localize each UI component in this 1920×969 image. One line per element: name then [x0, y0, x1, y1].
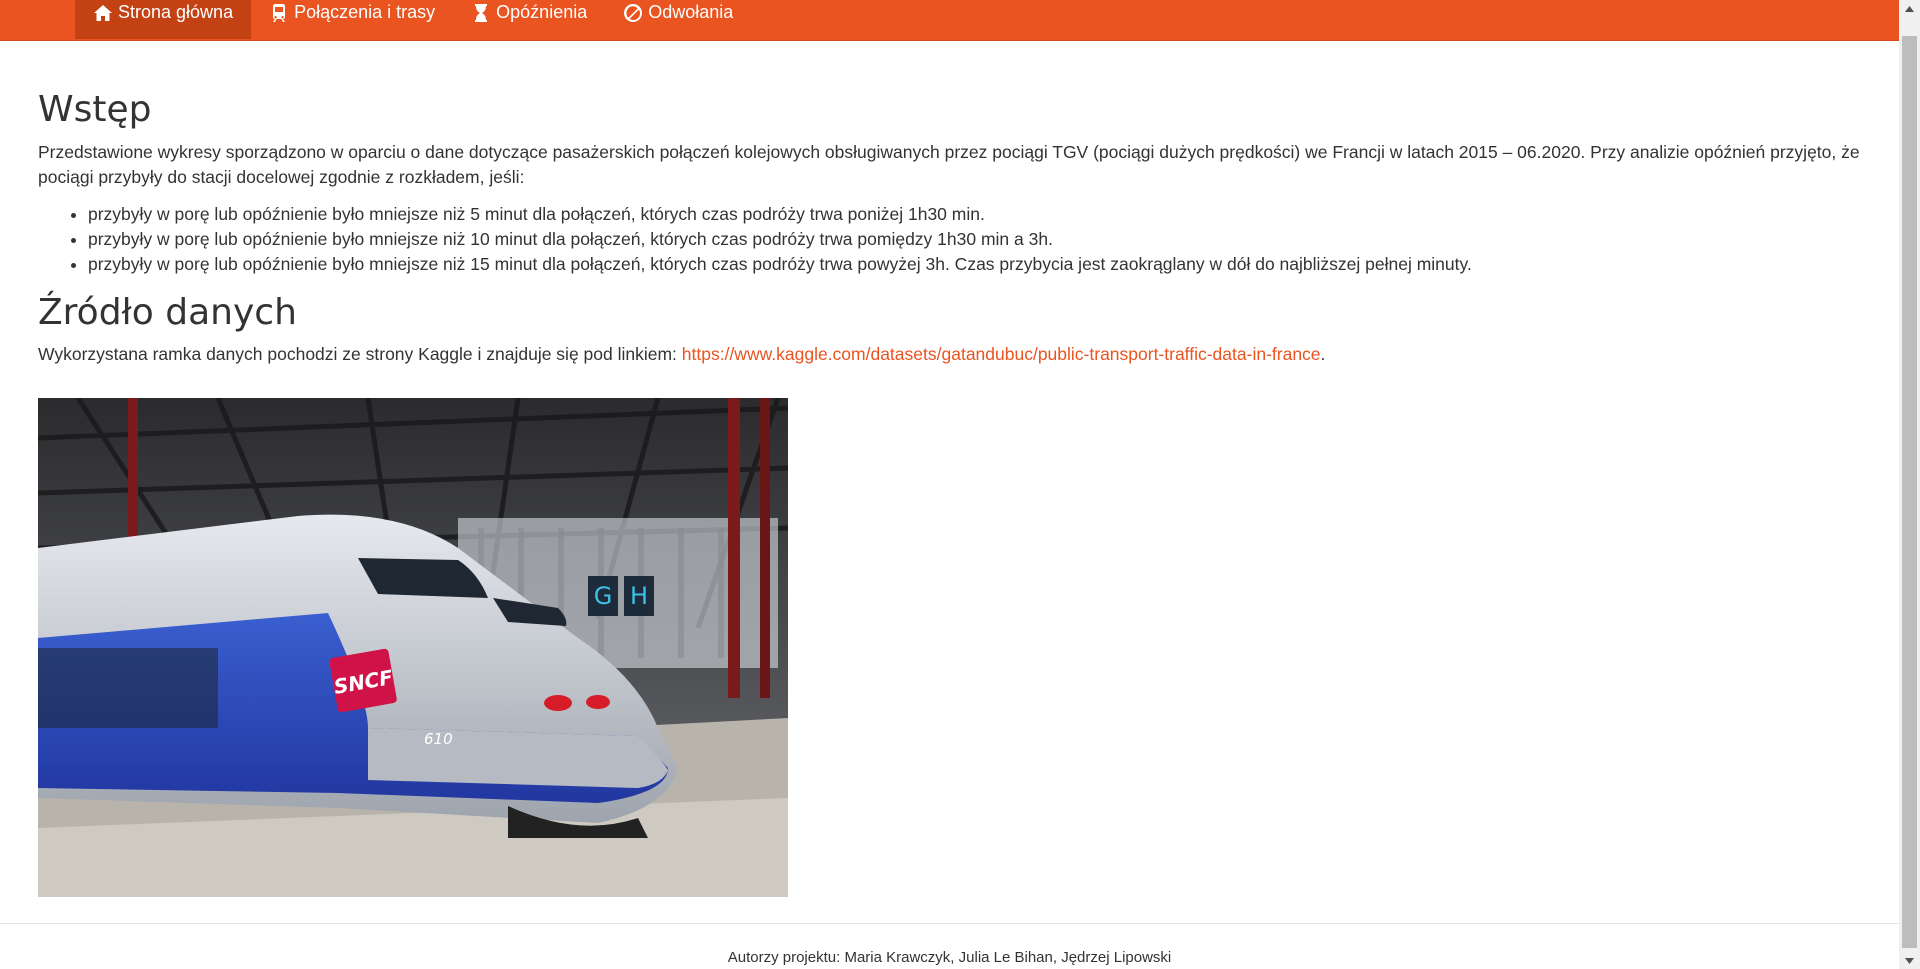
source-heading: Źródło danych [38, 291, 297, 333]
top-navbar: Strona główna Połączenia i trasy Opóźnie… [0, 0, 1899, 41]
nav-item-connections-label: Połączenia i trasy [294, 2, 436, 22]
nav-item-cancellations-label: Odwołania [648, 2, 734, 22]
scroll-up-arrow-icon[interactable] [1899, 0, 1920, 17]
scrollbar-thumb[interactable] [1902, 36, 1917, 948]
scroll-down-arrow-icon[interactable] [1899, 952, 1920, 969]
footer-divider [0, 923, 1899, 924]
source-suffix: . [1320, 344, 1326, 365]
svg-text:H: H [630, 582, 648, 610]
list-item: przybyły w porę lub opóźnienie było mnie… [88, 252, 1863, 277]
svg-text:G: G [594, 582, 613, 610]
intro-heading: Wstęp [38, 89, 152, 130]
nav-item-delays-label: Opóźnienia [496, 2, 588, 22]
main-content: Wstęp Przedstawione wykresy sporządzono … [38, 40, 1863, 375]
nav-item-connections[interactable]: Połączenia i trasy [251, 0, 453, 39]
list-item: przybyły w porę lub opóźnienie było mnie… [88, 227, 1863, 252]
hourglass-icon [471, 3, 491, 23]
intro-paragraph: Przedstawione wykresy sporządzono w opar… [38, 141, 1860, 187]
source-paragraph: Wykorzystana ramka danych pochodzi ze st… [38, 342, 1863, 367]
delay-rules-list: przybyły w porę lub opóźnienie było mnie… [38, 202, 1863, 277]
home-icon [93, 3, 113, 23]
nav-item-home[interactable]: Strona główna [75, 0, 252, 39]
nav-item-cancellations[interactable]: Odwołania [605, 0, 751, 39]
source-text: Wykorzystana ramka danych pochodzi ze st… [38, 344, 682, 365]
ban-icon [623, 3, 643, 23]
footer-authors: Autorzy projektu: Maria Krawczyk, Julia … [727, 949, 1172, 966]
kaggle-dataset-link[interactable]: https://www.kaggle.com/datasets/gatandub… [682, 344, 1321, 364]
svg-text:610: 610 [424, 730, 453, 748]
tgv-train-photo: G H SNCF 610 [38, 398, 788, 897]
train-icon [269, 3, 289, 23]
list-item: przybyły w porę lub opóźnienie było mnie… [88, 202, 1863, 227]
vertical-scrollbar[interactable] [1899, 0, 1920, 969]
nav-item-home-label: Strona główna [118, 2, 234, 22]
nav-menu: Strona główna Połączenia i trasy Opóźnie… [75, 0, 751, 39]
nav-item-delays[interactable]: Opóźnienia [453, 0, 605, 39]
